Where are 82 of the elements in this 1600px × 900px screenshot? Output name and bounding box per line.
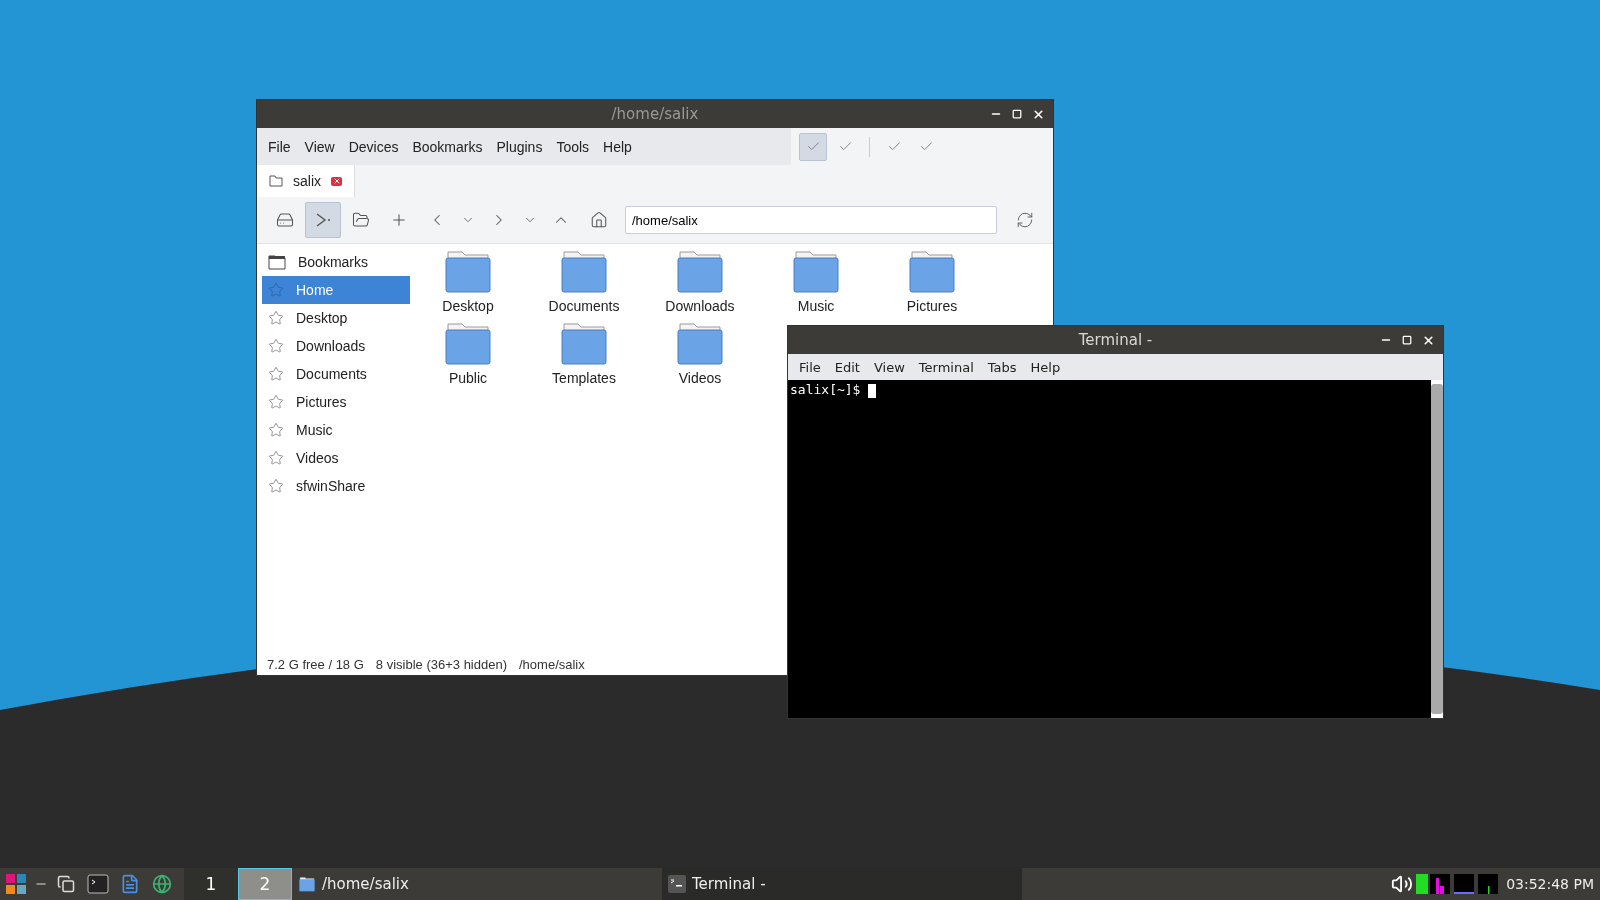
sidebar-item[interactable]: Home (262, 276, 410, 304)
folder-icon (560, 320, 608, 366)
star-icon (268, 366, 284, 382)
sidebar-header[interactable]: Bookmarks (262, 248, 410, 276)
network-graph-icon (1454, 874, 1475, 894)
folder-item[interactable]: Documents (526, 248, 642, 320)
folder-item[interactable]: Downloads (642, 248, 758, 320)
sidebar-item[interactable]: Desktop (262, 304, 410, 332)
sidebar-item[interactable]: Videos (262, 444, 410, 472)
drive-icon (276, 211, 294, 229)
folder-item[interactable]: Videos (642, 320, 758, 392)
sidebar-item[interactable]: sfwinShare (262, 472, 410, 500)
menu-item[interactable]: Tools (549, 134, 597, 159)
folder-outline-icon (268, 254, 286, 270)
menu-item[interactable]: View (297, 134, 342, 159)
menu-item[interactable]: Tabs (980, 355, 1024, 379)
maximize-icon (1402, 335, 1412, 345)
sidebar-item[interactable]: Documents (262, 360, 410, 388)
star-icon (268, 310, 284, 326)
folder-icon (792, 248, 840, 294)
menu-item[interactable]: Bookmarks (405, 134, 490, 159)
task-button[interactable]: /home/salix (292, 868, 662, 900)
workspace-button[interactable]: 1 (184, 868, 238, 900)
status-text: 7.2 G free / 18 G (267, 656, 364, 672)
terminal-button[interactable] (305, 202, 341, 238)
terminal-icon (668, 875, 686, 893)
clock: 03:52:48 PM (1506, 876, 1594, 892)
scrollbar[interactable] (1431, 380, 1443, 718)
status-text: 8 visible (36+3 hidden) (375, 656, 507, 672)
star-icon (268, 450, 284, 466)
folder-icon (444, 320, 492, 366)
check-toggle[interactable] (799, 132, 827, 161)
folder-item[interactable]: Pictures (874, 248, 990, 320)
home-icon (590, 211, 608, 229)
tab[interactable]: salix (257, 165, 355, 197)
sidebar-item[interactable]: Pictures (262, 388, 410, 416)
maximize-icon (1012, 109, 1022, 119)
battery-meter-icon (1416, 874, 1429, 894)
star-icon (268, 422, 284, 438)
menu-item[interactable]: File (261, 134, 298, 159)
folder-item[interactable]: Public (410, 320, 526, 392)
close-icon (1032, 107, 1045, 121)
disk-graph-icon (1478, 874, 1499, 894)
maximize-button[interactable] (1400, 333, 1414, 347)
folder-icon (676, 320, 724, 366)
folder-icon (298, 876, 316, 892)
folder-icon (444, 248, 492, 294)
star-icon (268, 478, 284, 494)
folder-item[interactable]: Templates (526, 320, 642, 392)
status-text: /home/salix (519, 656, 585, 672)
folder-icon (352, 211, 370, 229)
menu-item[interactable]: View (866, 355, 912, 379)
text-cursor (868, 384, 877, 398)
folder-outline-icon (269, 175, 283, 187)
close-icon (1422, 333, 1435, 347)
star-icon (268, 282, 284, 298)
plus-icon (390, 211, 408, 229)
menu-item[interactable]: Terminal (911, 355, 981, 379)
folder-icon (676, 248, 724, 294)
menu-item[interactable]: Help (596, 134, 639, 159)
star-icon (268, 394, 284, 410)
folder-icon (560, 248, 608, 294)
sidebar-item[interactable]: Downloads (262, 332, 410, 360)
shell-prompt: salix[~]$ (790, 382, 861, 397)
window-title: /home/salix (611, 105, 699, 123)
close-tab-icon[interactable] (331, 176, 342, 186)
menu-item[interactable]: Devices (341, 134, 406, 159)
menu-item[interactable]: File (792, 355, 828, 379)
maximize-button[interactable] (1010, 107, 1024, 121)
cpu-graph-icon (1430, 874, 1451, 894)
reload-icon (1016, 211, 1034, 229)
menu-item[interactable]: Edit (827, 355, 867, 379)
folder-icon (908, 248, 956, 294)
folder-item[interactable]: Desktop (410, 248, 526, 320)
folder-item[interactable]: Music (758, 248, 874, 320)
sidebar-item[interactable]: Music (262, 416, 410, 444)
location-field[interactable]: /home/salix (625, 206, 997, 234)
task-button[interactable]: Terminal - (662, 868, 1022, 900)
menu-item[interactable]: Plugins (489, 134, 550, 159)
star-icon (268, 338, 284, 354)
menu-item[interactable]: Help (1023, 355, 1068, 379)
window-title: Terminal - (1078, 331, 1153, 349)
